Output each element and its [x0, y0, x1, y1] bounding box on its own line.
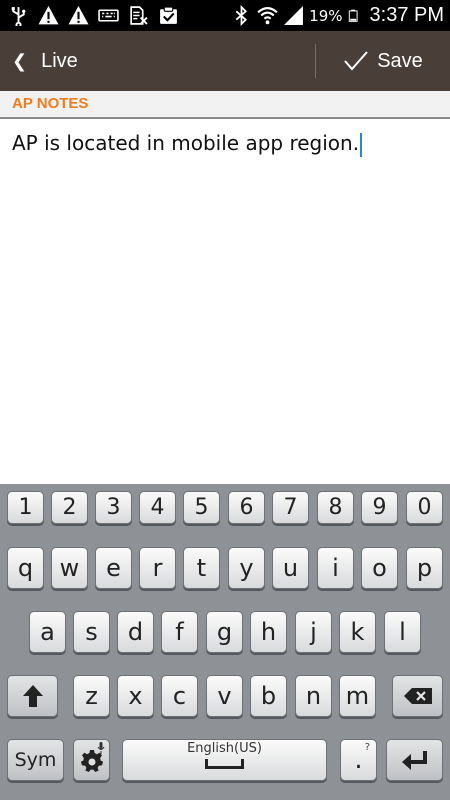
keyboard-icon — [98, 9, 119, 22]
checkmark-icon — [344, 51, 368, 71]
wifi-icon — [257, 7, 278, 25]
settings-key[interactable] — [73, 739, 110, 781]
key-9[interactable]: 9 — [361, 491, 398, 524]
system-status: 19% 3:37 PM — [231, 0, 444, 31]
chevron-left-icon: ❮ — [12, 50, 28, 72]
back-label: Live — [41, 49, 78, 72]
key-j[interactable]: j — [295, 611, 332, 653]
usb-icon — [11, 7, 26, 26]
sim-off-icon — [130, 6, 148, 25]
space-bar[interactable]: English(US) — [122, 739, 327, 781]
shift-key[interactable] — [7, 675, 58, 717]
key-b[interactable]: b — [250, 675, 287, 717]
key-z[interactable]: z — [73, 675, 110, 717]
warning-icon — [68, 6, 89, 25]
key-5[interactable]: 5 — [183, 491, 220, 524]
section-header: AP NOTES — [0, 91, 450, 119]
key-3[interactable]: 3 — [95, 491, 132, 524]
key-h[interactable]: h — [250, 611, 287, 653]
key-g[interactable]: g — [206, 611, 243, 653]
key-n[interactable]: n — [295, 675, 332, 717]
backspace-key[interactable] — [392, 675, 443, 717]
key-6[interactable]: 6 — [228, 491, 265, 524]
battery-icon — [348, 9, 358, 22]
key-k[interactable]: k — [339, 611, 376, 653]
key-4[interactable]: 4 — [139, 491, 176, 524]
clock: 3:37 PM — [369, 4, 444, 26]
space-icon — [205, 759, 244, 769]
signal-icon — [284, 6, 304, 25]
battery-percent: 19% — [309, 6, 343, 25]
key-a[interactable]: a — [29, 611, 66, 653]
back-button[interactable]: ❮ Live — [0, 31, 98, 91]
key-w[interactable]: w — [51, 547, 88, 589]
key-u[interactable]: u — [272, 547, 309, 589]
key-v[interactable]: v — [206, 675, 243, 717]
key-i[interactable]: i — [317, 547, 354, 589]
action-bar: ❮ Live Save — [0, 31, 450, 91]
enter-key[interactable] — [386, 739, 443, 781]
key-l[interactable]: l — [384, 611, 421, 653]
key-p[interactable]: p — [406, 547, 443, 589]
status-bar: 19% 3:37 PM — [0, 0, 450, 31]
key-x[interactable]: x — [117, 675, 154, 717]
backspace-icon — [403, 688, 432, 704]
section-title: AP NOTES — [12, 95, 89, 112]
key-d[interactable]: d — [117, 611, 154, 653]
key-c[interactable]: c — [161, 675, 198, 717]
key-f[interactable]: f — [161, 611, 198, 653]
key-s[interactable]: s — [73, 611, 110, 653]
key-e[interactable]: e — [95, 547, 132, 589]
key-2[interactable]: 2 — [51, 491, 88, 524]
mic-icon — [97, 742, 105, 754]
key-0[interactable]: 0 — [406, 491, 443, 524]
key-1[interactable]: 1 — [7, 491, 44, 524]
clipboard-check-icon — [160, 6, 177, 24]
key-y[interactable]: y — [228, 547, 265, 589]
soft-keyboard: 1 2 3 4 5 6 7 8 9 0 q w e r t y u i o p … — [0, 484, 450, 800]
key-m[interactable]: m — [339, 675, 376, 717]
space-language-label: English(US) — [187, 741, 262, 756]
notes-text: AP is located in mobile app region. — [12, 131, 360, 155]
save-label: Save — [377, 49, 423, 72]
bluetooth-icon — [235, 5, 248, 26]
period-key-label: . — [354, 745, 363, 775]
notes-text-field[interactable]: AP is located in mobile app region. — [12, 131, 363, 157]
key-7[interactable]: 7 — [272, 491, 309, 524]
shift-arrow-icon — [22, 685, 43, 707]
key-q[interactable]: q — [7, 547, 44, 589]
key-t[interactable]: t — [183, 547, 220, 589]
key-o[interactable]: o — [361, 547, 398, 589]
key-r[interactable]: r — [139, 547, 176, 589]
save-button[interactable]: Save — [316, 31, 450, 91]
period-key[interactable]: ? . — [340, 739, 377, 781]
period-key-hint: ? — [364, 742, 370, 753]
sym-key[interactable]: Sym — [7, 739, 64, 781]
warning-icon — [38, 6, 59, 25]
key-8[interactable]: 8 — [317, 491, 354, 524]
text-cursor — [360, 132, 363, 157]
notification-icons — [8, 0, 179, 31]
enter-arrow-icon — [401, 751, 427, 770]
